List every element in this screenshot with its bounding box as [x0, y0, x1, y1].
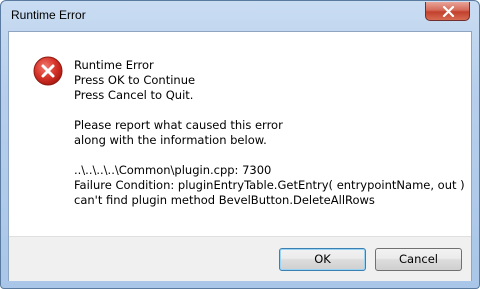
message-line-info: along with the information below. — [74, 133, 267, 147]
ok-button[interactable]: OK — [279, 248, 366, 271]
window-title: Runtime Error — [11, 8, 86, 22]
button-bar: OK Cancel — [9, 236, 471, 281]
error-icon — [33, 56, 63, 86]
message-line-location: ..\..\..\..\Common\plugin.cpp: 7300 — [74, 163, 272, 177]
message-line-method: can't find plugin method BevelButton.Del… — [74, 193, 375, 207]
cancel-button[interactable]: Cancel — [375, 248, 462, 271]
message-line-quit: Press Cancel to Quit. — [74, 88, 194, 102]
title-bar[interactable]: Runtime Error — [1, 1, 479, 31]
message-line-condition: Failure Condition: pluginEntryTable.GetE… — [74, 178, 465, 192]
close-icon — [442, 6, 455, 17]
close-button[interactable] — [425, 2, 470, 21]
runtime-error-dialog: Runtime Error Runtime Error Press OK to … — [0, 0, 480, 289]
dialog-client-area: Runtime Error Press OK to Continue Press… — [8, 31, 472, 281]
message-line-title: Runtime Error — [74, 58, 154, 72]
message-line-continue: Press OK to Continue — [74, 73, 196, 87]
message-area: Runtime Error Press OK to Continue Press… — [9, 32, 471, 236]
message-line-report: Please report what caused this error — [74, 118, 283, 132]
